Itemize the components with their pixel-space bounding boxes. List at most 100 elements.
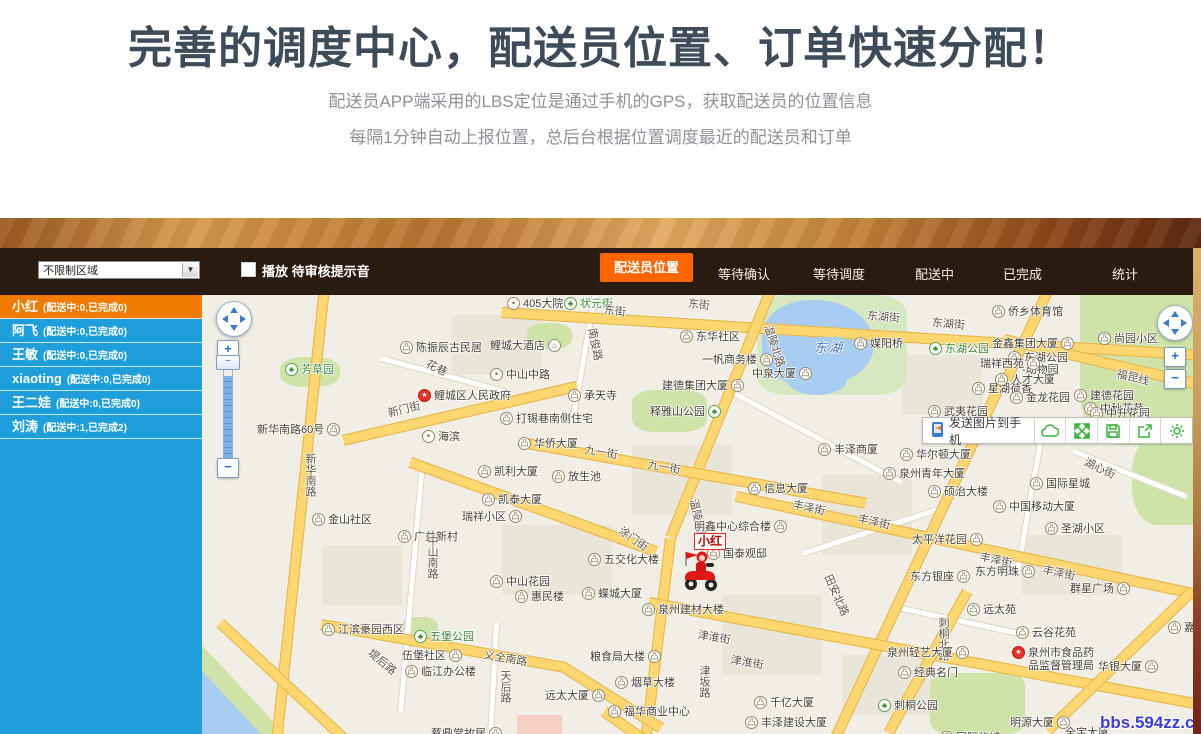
courier-item[interactable]: 王二娃 (配送中:0,已完成0)	[0, 391, 202, 415]
zoom-slider-handle[interactable]: −	[216, 355, 240, 370]
tab-6[interactable]: 统计	[1112, 264, 1138, 283]
map-pan-control-right[interactable]	[1157, 305, 1193, 341]
building-poi-icon: 凸	[1027, 356, 1040, 370]
map-label: 凸泉州建材大楼	[642, 601, 724, 617]
building-poi-icon: 凸	[928, 404, 941, 418]
building-poi-icon: 凸	[992, 304, 1005, 318]
courier-stats: (配送中:0,已完成0)	[43, 327, 127, 338]
building-poi-icon: 凸	[642, 602, 655, 616]
map-label-text: 鲤城区人民政府	[434, 390, 511, 402]
tree-poi-icon: ♣	[285, 362, 298, 376]
map-label: 凸国际华城	[940, 729, 1000, 734]
tree-poi-icon: ♣	[708, 404, 721, 418]
map-label: 凸人才大厦	[995, 371, 1055, 387]
map-label-text: 千亿大厦	[770, 697, 814, 709]
region-select[interactable]: 不限制区域 ▼	[38, 261, 200, 279]
map-label: 凸临江办公楼	[405, 663, 476, 679]
courier-item[interactable]: 小红 (配送中:0,已完成0)	[0, 295, 202, 319]
map-label: 凸云谷花苑	[1016, 624, 1076, 640]
tab-2[interactable]: 等待确认	[718, 264, 770, 283]
building-poi-icon: 凸	[774, 519, 787, 533]
fullscreen-icon[interactable]	[1065, 418, 1097, 443]
pan-left-arrow[interactable]	[222, 315, 228, 323]
cloud-icon[interactable]	[1033, 418, 1066, 443]
map-label-text: 津坂路	[698, 665, 710, 698]
building-poi-icon: 凸	[568, 388, 581, 402]
map-label: 凸福华商业中心	[608, 703, 690, 719]
map-label-text: 江滨豪园西区	[338, 624, 404, 636]
map-pan-control[interactable]	[216, 301, 252, 337]
building-poi-icon: 凸	[993, 499, 1006, 513]
map-label-text: 刺桐公园	[894, 700, 938, 712]
road-label: 东湖街	[866, 307, 900, 326]
map-label-text: 人才大厦	[1011, 374, 1055, 386]
zoom-in-button-right[interactable]: +	[1164, 347, 1186, 367]
map-label-text: 烟草大楼	[631, 677, 675, 689]
phone-icon	[931, 421, 944, 441]
save-icon[interactable]	[1097, 418, 1129, 443]
building-poi-icon: 凸	[956, 645, 969, 659]
tab-1[interactable]: 配送员位置	[600, 253, 694, 282]
road-label: 中山南路	[424, 535, 440, 579]
road-label: 新华南路	[302, 453, 318, 497]
map-label-text: 明源大厦	[1010, 717, 1054, 729]
courier-item[interactable]: 刘涛 (配送中:1,已完成2)	[0, 415, 202, 439]
map-label: 明源大厦凸	[1010, 714, 1070, 730]
pan-up-arrow[interactable]	[230, 307, 238, 313]
courier-item[interactable]: xiaoting (配送中:0,已完成0)	[0, 367, 202, 391]
map-label: ★ 鲤城区人民政府	[418, 387, 511, 403]
subtitle-line-2: 每隔1分钟自动上报位置，总后台根据位置调度最近的配送员和订单	[349, 128, 852, 147]
map-label: 新华南路60号凸	[257, 421, 341, 437]
pan-right-arrow[interactable]	[1181, 319, 1187, 327]
pan-up-arrow[interactable]	[1171, 311, 1179, 317]
zoom-slider-track[interactable]	[223, 361, 233, 459]
building-poi-icon: 凸	[518, 436, 531, 450]
building-poi-icon: 凸	[754, 695, 767, 709]
pan-right-arrow[interactable]	[240, 315, 246, 323]
map-label: 凸圣湖小区	[1045, 520, 1105, 536]
courier-item[interactable]: 阿飞 (配送中:0,已完成0)	[0, 319, 202, 343]
zoom-out-button[interactable]: −	[217, 458, 239, 478]
zoom-out-button-right[interactable]: −	[1164, 369, 1186, 389]
map-label-text: 尚园小区	[1114, 333, 1158, 345]
map-label: ♣ 芳草园	[285, 361, 334, 377]
gear-icon[interactable]	[1160, 418, 1192, 443]
chevron-down-icon[interactable]: ▼	[182, 263, 198, 277]
delivery-scooter-icon[interactable]	[678, 548, 722, 592]
map-label-text: 东方明珠	[975, 566, 1019, 578]
pan-down-arrow[interactable]	[1171, 329, 1179, 335]
subtitle-line-1: 配送员APP端采用的LBS定位是通过手机的GPS，获取配送员的位置信息	[328, 92, 873, 111]
tab-4[interactable]: 配送中	[915, 264, 954, 283]
map-label: 东方银座凸	[910, 568, 970, 584]
map-label-text: 东湖街	[866, 310, 901, 325]
building-poi-icon: 凸	[745, 715, 758, 729]
map-label-text: 惠民楼	[531, 591, 564, 603]
pan-down-arrow[interactable]	[230, 325, 238, 331]
courier-name: 王敏	[12, 347, 39, 362]
map-label: 凸信息大厦	[748, 480, 808, 496]
play-sound-checkbox[interactable]	[241, 262, 256, 277]
courier-item[interactable]: 王敏 (配送中:0,已完成0)	[0, 343, 202, 367]
pan-left-arrow[interactable]	[1163, 319, 1169, 327]
tab-5[interactable]: 已完成	[1003, 264, 1042, 283]
map-label-text: 泉州建材大楼	[658, 604, 724, 616]
tree-poi-icon: ♣	[564, 296, 577, 310]
building-poi-icon: 凸	[1016, 625, 1029, 639]
map-label-text: 凯泰大厦	[498, 494, 542, 506]
send-to-phone-button[interactable]: 发送图片到手机	[923, 416, 1034, 447]
building-poi-icon: 凸	[967, 602, 980, 616]
tab-3[interactable]: 等待调度	[813, 264, 865, 283]
building-poi-icon: 凸	[898, 665, 911, 679]
building-poi-icon: 凸	[398, 529, 411, 543]
building-poi-icon: 凸	[592, 688, 605, 702]
map-label-text: 瑞祥西苑	[980, 358, 1024, 370]
map-label: 群星广场凸	[1070, 580, 1130, 596]
tree-poi-icon: ♣	[929, 341, 942, 355]
map-label-text: 华侨大厦	[534, 438, 578, 450]
share-icon[interactable]	[1128, 418, 1161, 443]
map-label-text: 海滨	[438, 431, 460, 443]
hotel-poi-icon: ⌂	[548, 338, 561, 352]
building-poi-icon: 凸	[1010, 390, 1023, 404]
map-label-text: 405大院	[523, 298, 564, 310]
map-canvas[interactable]: • 405大院 ♣ 状元街 东街 东街 东湖街 东湖街凸侨乡体育馆凸陈振辰古民居 鲤城大酒店 ⌂ 花…	[202, 295, 1193, 734]
